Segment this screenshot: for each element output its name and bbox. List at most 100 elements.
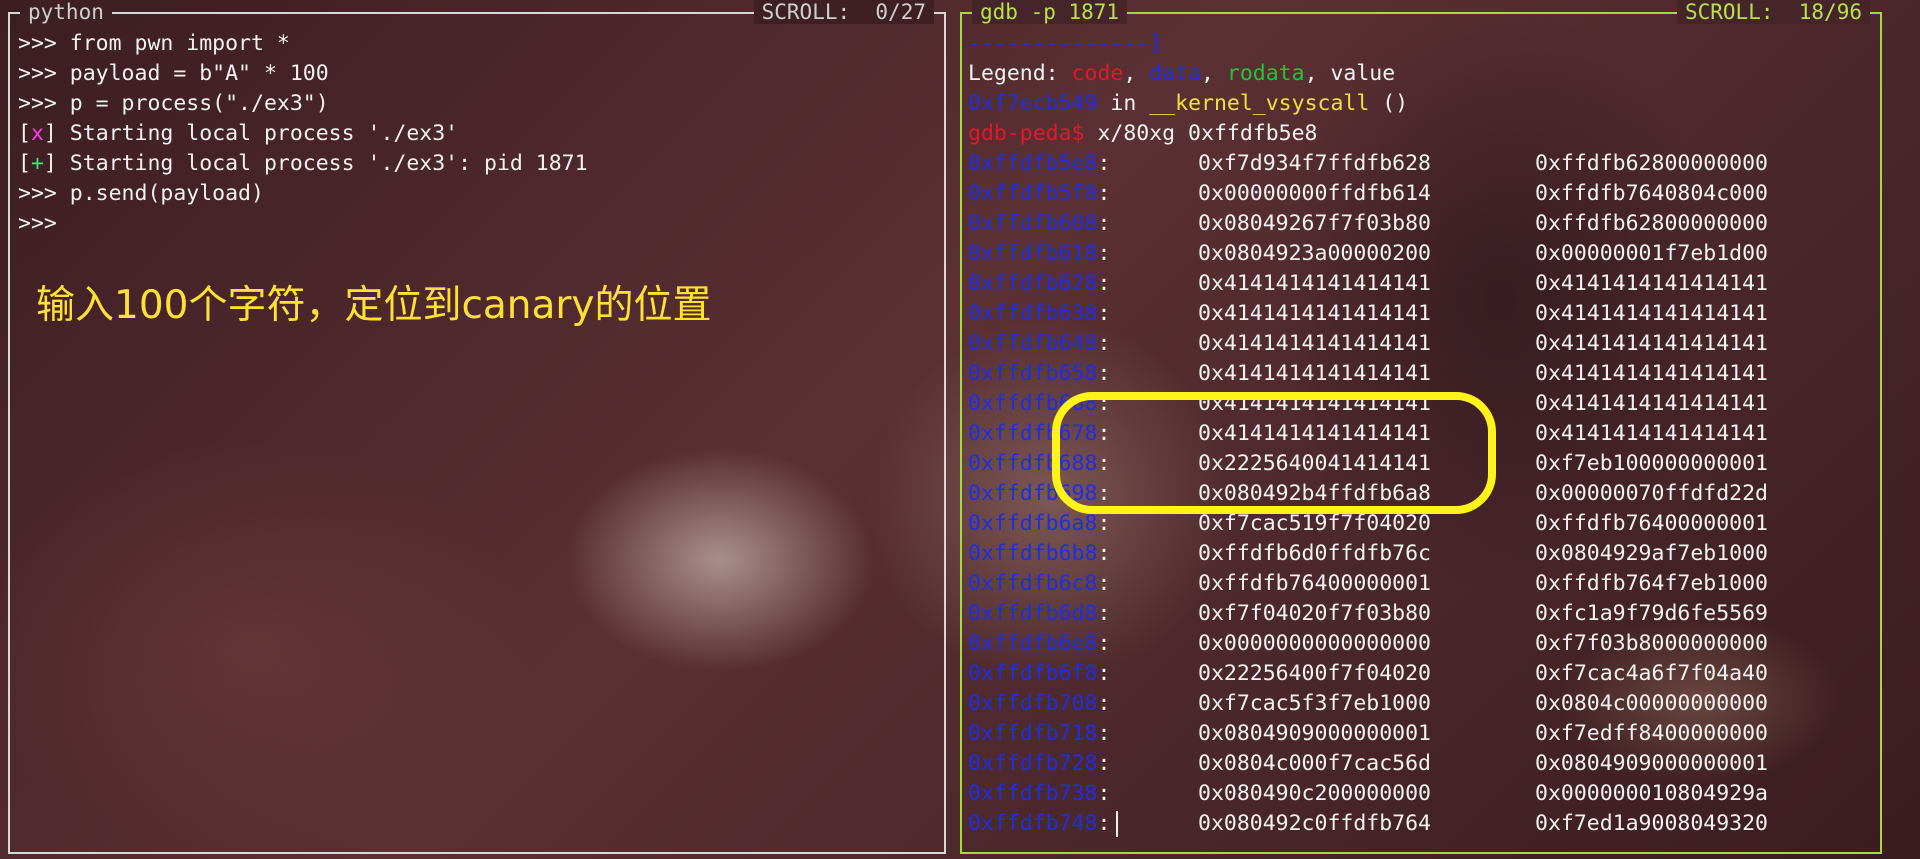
prompt: >>> [18, 31, 70, 56]
log-text: Starting local process './ex3': pid 1871 [56, 151, 588, 176]
prompt: >>> [18, 91, 70, 116]
terminal-line: >>> [18, 209, 70, 239]
memory-value: 0x000000010804929a [1535, 781, 1768, 806]
memory-value: 0xffdfb764f7eb1000 [1535, 571, 1768, 596]
legend-data: data [1149, 61, 1202, 86]
memory-value: 0x00000001f7eb1d00 [1535, 241, 1768, 266]
colon: : [1097, 271, 1111, 296]
memory-address: 0xffdfb5f8 [968, 181, 1098, 206]
memory-value: 0x080492c0ffdfb764 [1198, 811, 1431, 836]
colon: : [1097, 691, 1111, 716]
memory-row: 0xffdfb718: 0x0804909000000001 0xf7edff840… [968, 719, 1868, 749]
memory-value: 0x4141414141414141 [1198, 331, 1431, 356]
colon: : [1097, 301, 1111, 326]
log-text: Starting local process './ex3' [56, 121, 459, 146]
memory-row: 0xffdfb6f8: 0x22256400f7f04020 0xf7cac4a6f… [968, 659, 1868, 689]
legend-sep: , [1201, 61, 1227, 86]
python-pane[interactable]: python SCROLL: 0/27 >>> from pwn import … [8, 0, 946, 854]
memory-address: 0xffdfb6a8 [968, 511, 1098, 536]
prompt: >>> [18, 211, 70, 236]
separator-line: --------------] [968, 31, 1163, 56]
colon: : [1097, 331, 1111, 356]
memory-row: 0xffdfb648: 0x4141414141414141 0x414141414… [968, 329, 1868, 359]
terminal-line: >>> p = process("./ex3") [18, 89, 329, 119]
memory-address: 0xffdfb738 [968, 781, 1098, 806]
memory-value: 0xffdfb62800000000 [1535, 211, 1768, 236]
colon: : [1097, 511, 1111, 536]
memory-address: 0xffdfb718 [968, 721, 1098, 746]
memory-value: 0x4141414141414141 [1198, 361, 1431, 386]
memory-address: 0xffdfb6c8 [968, 571, 1098, 596]
bracket-open: [ [18, 151, 31, 176]
memory-address: 0xffdfb638 [968, 301, 1098, 326]
scroll-indicator: SCROLL: 0/27 [753, 0, 934, 24]
memory-value: 0xf7cac5f3f7eb1000 [1198, 691, 1431, 716]
scroll-indicator: SCROLL: 18/96 [1676, 0, 1870, 24]
log-line: [+] Starting local process './ex3': pid … [18, 149, 588, 179]
log-line: [x] Starting local process './ex3' [18, 119, 458, 149]
memory-row: 0xffdfb6c8: 0xffdfb76400000001 0xffdfb764f… [968, 569, 1868, 599]
memory-address: 0xffdfb648 [968, 331, 1098, 356]
memory-value: 0x4141414141414141 [1198, 301, 1431, 326]
memory-value: 0x00000070ffdfd22d [1535, 481, 1768, 506]
memory-address: 0xffdfb748 [968, 811, 1098, 836]
memory-value: 0x4141414141414141 [1535, 271, 1768, 296]
terminal-screen: python SCROLL: 0/27 >>> from pwn import … [0, 0, 1920, 859]
colon: : [1097, 751, 1111, 776]
memory-value: 0x0000000000000000 [1198, 631, 1431, 656]
memory-value: 0xffdfb6d0ffdfb76c [1198, 541, 1431, 566]
memory-value: 0xf7eb100000000001 [1535, 451, 1768, 476]
memory-address: 0xffdfb6e8 [968, 631, 1098, 656]
memory-row: 0xffdfb618: 0x0804923a00000200 0x00000001f… [968, 239, 1868, 269]
memory-row: 0xffdfb6b8: 0xffdfb6d0ffdfb76c 0x0804929af… [968, 539, 1868, 569]
command-text: from pwn import * [69, 31, 290, 56]
memory-value: 0x080490c200000000 [1198, 781, 1431, 806]
memory-value: 0x4141414141414141 [1535, 331, 1768, 356]
colon: : [1097, 181, 1111, 206]
colon: : [1097, 541, 1111, 566]
command-text: p.send(payload) [69, 181, 264, 206]
colon: : [1097, 781, 1111, 806]
terminal-line: >>> payload = b"A" * 100 [18, 59, 329, 89]
colon: : [1097, 601, 1111, 626]
memory-value: 0xf7ed1a9008049320 [1535, 811, 1768, 836]
memory-value: 0x0804909000000001 [1198, 721, 1431, 746]
memory-value: 0xfc1a9f79d6fe5569 [1535, 601, 1768, 626]
frame-line: 0xf7ecb549 in __kernel_vsyscall () [968, 89, 1408, 119]
memory-address: 0xffdfb628 [968, 271, 1098, 296]
colon: : [1097, 661, 1111, 686]
memory-address: 0xffdfb5e8 [968, 151, 1098, 176]
memory-value: 0x4141414141414141 [1535, 391, 1768, 416]
status-mark-plus: + [30, 151, 44, 176]
terminal-line: >>> p.send(payload) [18, 179, 264, 209]
colon: : [1097, 811, 1111, 836]
legend-label: Legend: [968, 61, 1072, 86]
memory-row: 0xffdfb748: 0x080492c0ffdfb764 0xf7ed1a900… [968, 809, 1868, 839]
gdb-command: x/80xg 0xffdfb5e8 [1084, 121, 1318, 146]
terminal-line: >>> from pwn import * [18, 29, 290, 59]
frame-function: __kernel_vsyscall [1149, 91, 1370, 116]
memory-row: 0xffdfb638: 0x4141414141414141 0x414141414… [968, 299, 1868, 329]
colon: : [1097, 361, 1111, 386]
memory-row: 0xffdfb738: 0x080490c200000000 0x000000010… [968, 779, 1868, 809]
colon: : [1097, 211, 1111, 236]
canary-highlight-ring [1052, 392, 1496, 514]
memory-value: 0x4141414141414141 [1198, 271, 1431, 296]
memory-row: 0xffdfb608: 0x08049267f7f03b80 0xffdfb6280… [968, 209, 1868, 239]
gdb-prompt: gdb-peda$ [968, 121, 1085, 146]
legend-code: code [1071, 61, 1124, 86]
legend-value: value [1330, 61, 1396, 86]
memory-address: 0xffdfb6d8 [968, 601, 1098, 626]
memory-value: 0xf7f04020f7f03b80 [1198, 601, 1431, 626]
command-text: payload = b"A" * 100 [69, 61, 329, 86]
memory-value: 0xf7d934f7ffdfb628 [1198, 151, 1431, 176]
prompt: >>> [18, 181, 70, 206]
colon: : [1097, 631, 1111, 656]
annotation-caption: 输入100个字符，定位到canary的位置 [36, 283, 712, 328]
memory-value: 0xffdfb76400000001 [1198, 571, 1431, 596]
memory-row: 0xffdfb5e8: 0xf7d934f7ffdfb628 0xffdfb6280… [968, 149, 1868, 179]
memory-value: 0xffdfb62800000000 [1535, 151, 1768, 176]
memory-value: 0xffdfb7640804c000 [1535, 181, 1768, 206]
memory-row: 0xffdfb658: 0x4141414141414141 0x414141414… [968, 359, 1868, 389]
memory-address: 0xffdfb708 [968, 691, 1098, 716]
